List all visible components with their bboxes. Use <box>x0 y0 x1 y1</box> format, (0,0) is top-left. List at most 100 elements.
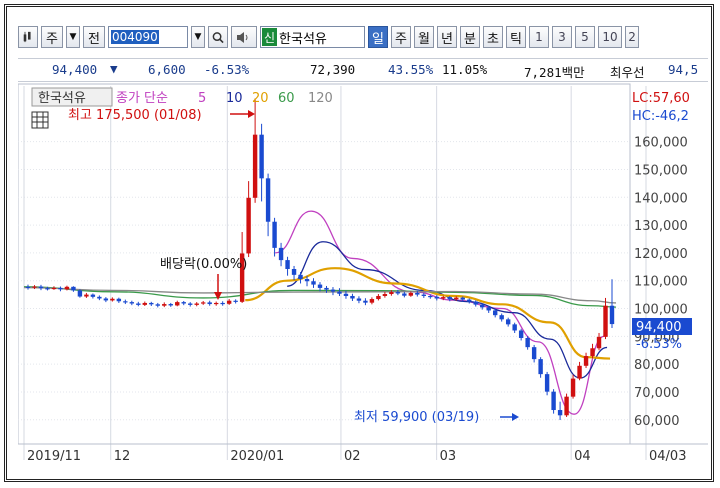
period-week[interactable]: 주 <box>391 26 411 48</box>
candle-body <box>136 303 141 305</box>
lc-label: LC:57,60 <box>632 91 690 106</box>
candle-body <box>298 274 303 280</box>
candle-body <box>175 302 180 306</box>
candle-body <box>168 304 173 306</box>
candle-body <box>369 299 375 303</box>
interval-1[interactable]: 1 <box>529 26 549 48</box>
interval-10[interactable]: 10 <box>598 26 622 48</box>
candle-body <box>395 292 401 294</box>
candle-body <box>408 292 414 296</box>
code-dropdown-icon[interactable]: ▼ <box>191 26 205 48</box>
candle-body <box>285 260 290 270</box>
candle-body <box>505 319 511 325</box>
candle-body <box>110 298 115 301</box>
candle-body <box>460 297 465 300</box>
y-tick-label: 140,000 <box>634 191 688 206</box>
interval-3[interactable]: 3 <box>552 26 572 48</box>
stock-code: 004090 <box>111 30 159 44</box>
candle-body <box>544 374 550 392</box>
search-icon[interactable] <box>208 26 228 48</box>
y-tick-label: 60,000 <box>634 414 680 429</box>
current-pct-tag: -6.53% <box>636 337 682 352</box>
candle-body <box>570 378 576 397</box>
candle-body <box>142 302 147 305</box>
candle-body <box>525 337 530 348</box>
candle-body <box>434 296 439 299</box>
ask-value: 94,5 <box>668 62 699 77</box>
candle-body <box>45 288 50 290</box>
candle-body <box>233 300 238 302</box>
candle-body <box>317 284 323 288</box>
y-tick-label: 130,000 <box>634 219 688 234</box>
legend-ma-5: 5 <box>198 91 206 106</box>
market-type-label[interactable]: 주 <box>41 26 63 48</box>
candle-body <box>291 269 297 275</box>
candle-body <box>162 304 167 306</box>
current-price: 94,400 <box>52 62 98 77</box>
candle-body <box>304 279 310 282</box>
ask-label: 최우선 <box>610 65 645 80</box>
candle-body <box>58 287 63 290</box>
interval-5[interactable]: 5 <box>575 26 595 48</box>
candle-body <box>259 134 264 179</box>
ratio-1: 43.55% <box>388 62 434 77</box>
candle-body <box>454 297 459 300</box>
candle-body <box>311 281 316 285</box>
candle-body <box>25 286 31 289</box>
quote-bar: 94,400 ▼ 6,600 -6.53% 72,390 43.55% 11.0… <box>18 58 708 82</box>
period-day[interactable]: 일 <box>368 26 388 48</box>
candle-body <box>71 286 76 291</box>
x-tick-label: 04 <box>574 449 591 464</box>
candle-body <box>499 315 504 320</box>
candle-body <box>220 302 225 305</box>
candle-body <box>194 303 199 305</box>
candle-body <box>480 304 485 308</box>
stock-name-box[interactable]: 신 한국석유 <box>260 26 365 48</box>
market-type-dropdown[interactable]: ▼ <box>66 26 80 48</box>
candle-body <box>181 302 186 304</box>
ratio-2: 11.05% <box>442 62 488 77</box>
table-icon[interactable] <box>31 111 49 129</box>
y-tick-label: 70,000 <box>634 386 680 401</box>
low-annotation: 최저 59,900 (03/19) <box>354 410 479 425</box>
y-tick-label: 120,000 <box>634 247 688 262</box>
candle-body <box>590 348 595 357</box>
interval-2[interactable]: 2 <box>625 26 639 48</box>
speaker-icon[interactable] <box>231 26 257 48</box>
stock-name: 한국석유 <box>279 31 327 47</box>
period-month[interactable]: 월 <box>414 26 434 48</box>
stock-code-input[interactable]: 004090 <box>108 26 188 48</box>
candle-body <box>382 294 388 296</box>
y-tick-label: 150,000 <box>634 163 688 178</box>
period-second[interactable]: 초 <box>483 26 503 48</box>
volume: 72,390 <box>310 62 356 77</box>
candle-body <box>441 297 446 299</box>
candle-body <box>609 305 615 325</box>
mode-button[interactable]: 전 <box>83 26 105 48</box>
candle-body <box>538 359 543 375</box>
candle-body <box>467 299 472 302</box>
candle-body <box>330 289 336 292</box>
period-tick[interactable]: 틱 <box>506 26 526 48</box>
candle-body <box>116 298 122 302</box>
candle-body <box>201 302 206 304</box>
candle-body <box>38 286 44 289</box>
period-year[interactable]: 년 <box>437 26 457 48</box>
current-price-tag-text: 94,400 <box>636 320 682 335</box>
candle-body <box>356 298 362 301</box>
x-tick-label: 03 <box>440 449 457 464</box>
candle-body <box>402 293 407 296</box>
dividend-annotation: 배당락(0.00%) <box>160 257 247 272</box>
hc-label: HC:-46,2 <box>632 109 689 124</box>
price-chart[interactable]: 60,00070,00080,00090,000100,000110,00012… <box>18 82 708 466</box>
candle-body <box>577 365 582 379</box>
period-minute[interactable]: 분 <box>460 26 480 48</box>
high-annotation: 최고 175,500 (01/08) <box>68 108 202 123</box>
legend-ma-60: 60 <box>278 91 295 106</box>
y-tick-label: 110,000 <box>634 275 688 290</box>
candle-body <box>518 330 524 338</box>
candle-body <box>493 310 498 316</box>
candle-body <box>90 294 96 297</box>
y-tick-label: 100,000 <box>634 303 688 318</box>
chart-type-icon[interactable] <box>18 26 38 48</box>
